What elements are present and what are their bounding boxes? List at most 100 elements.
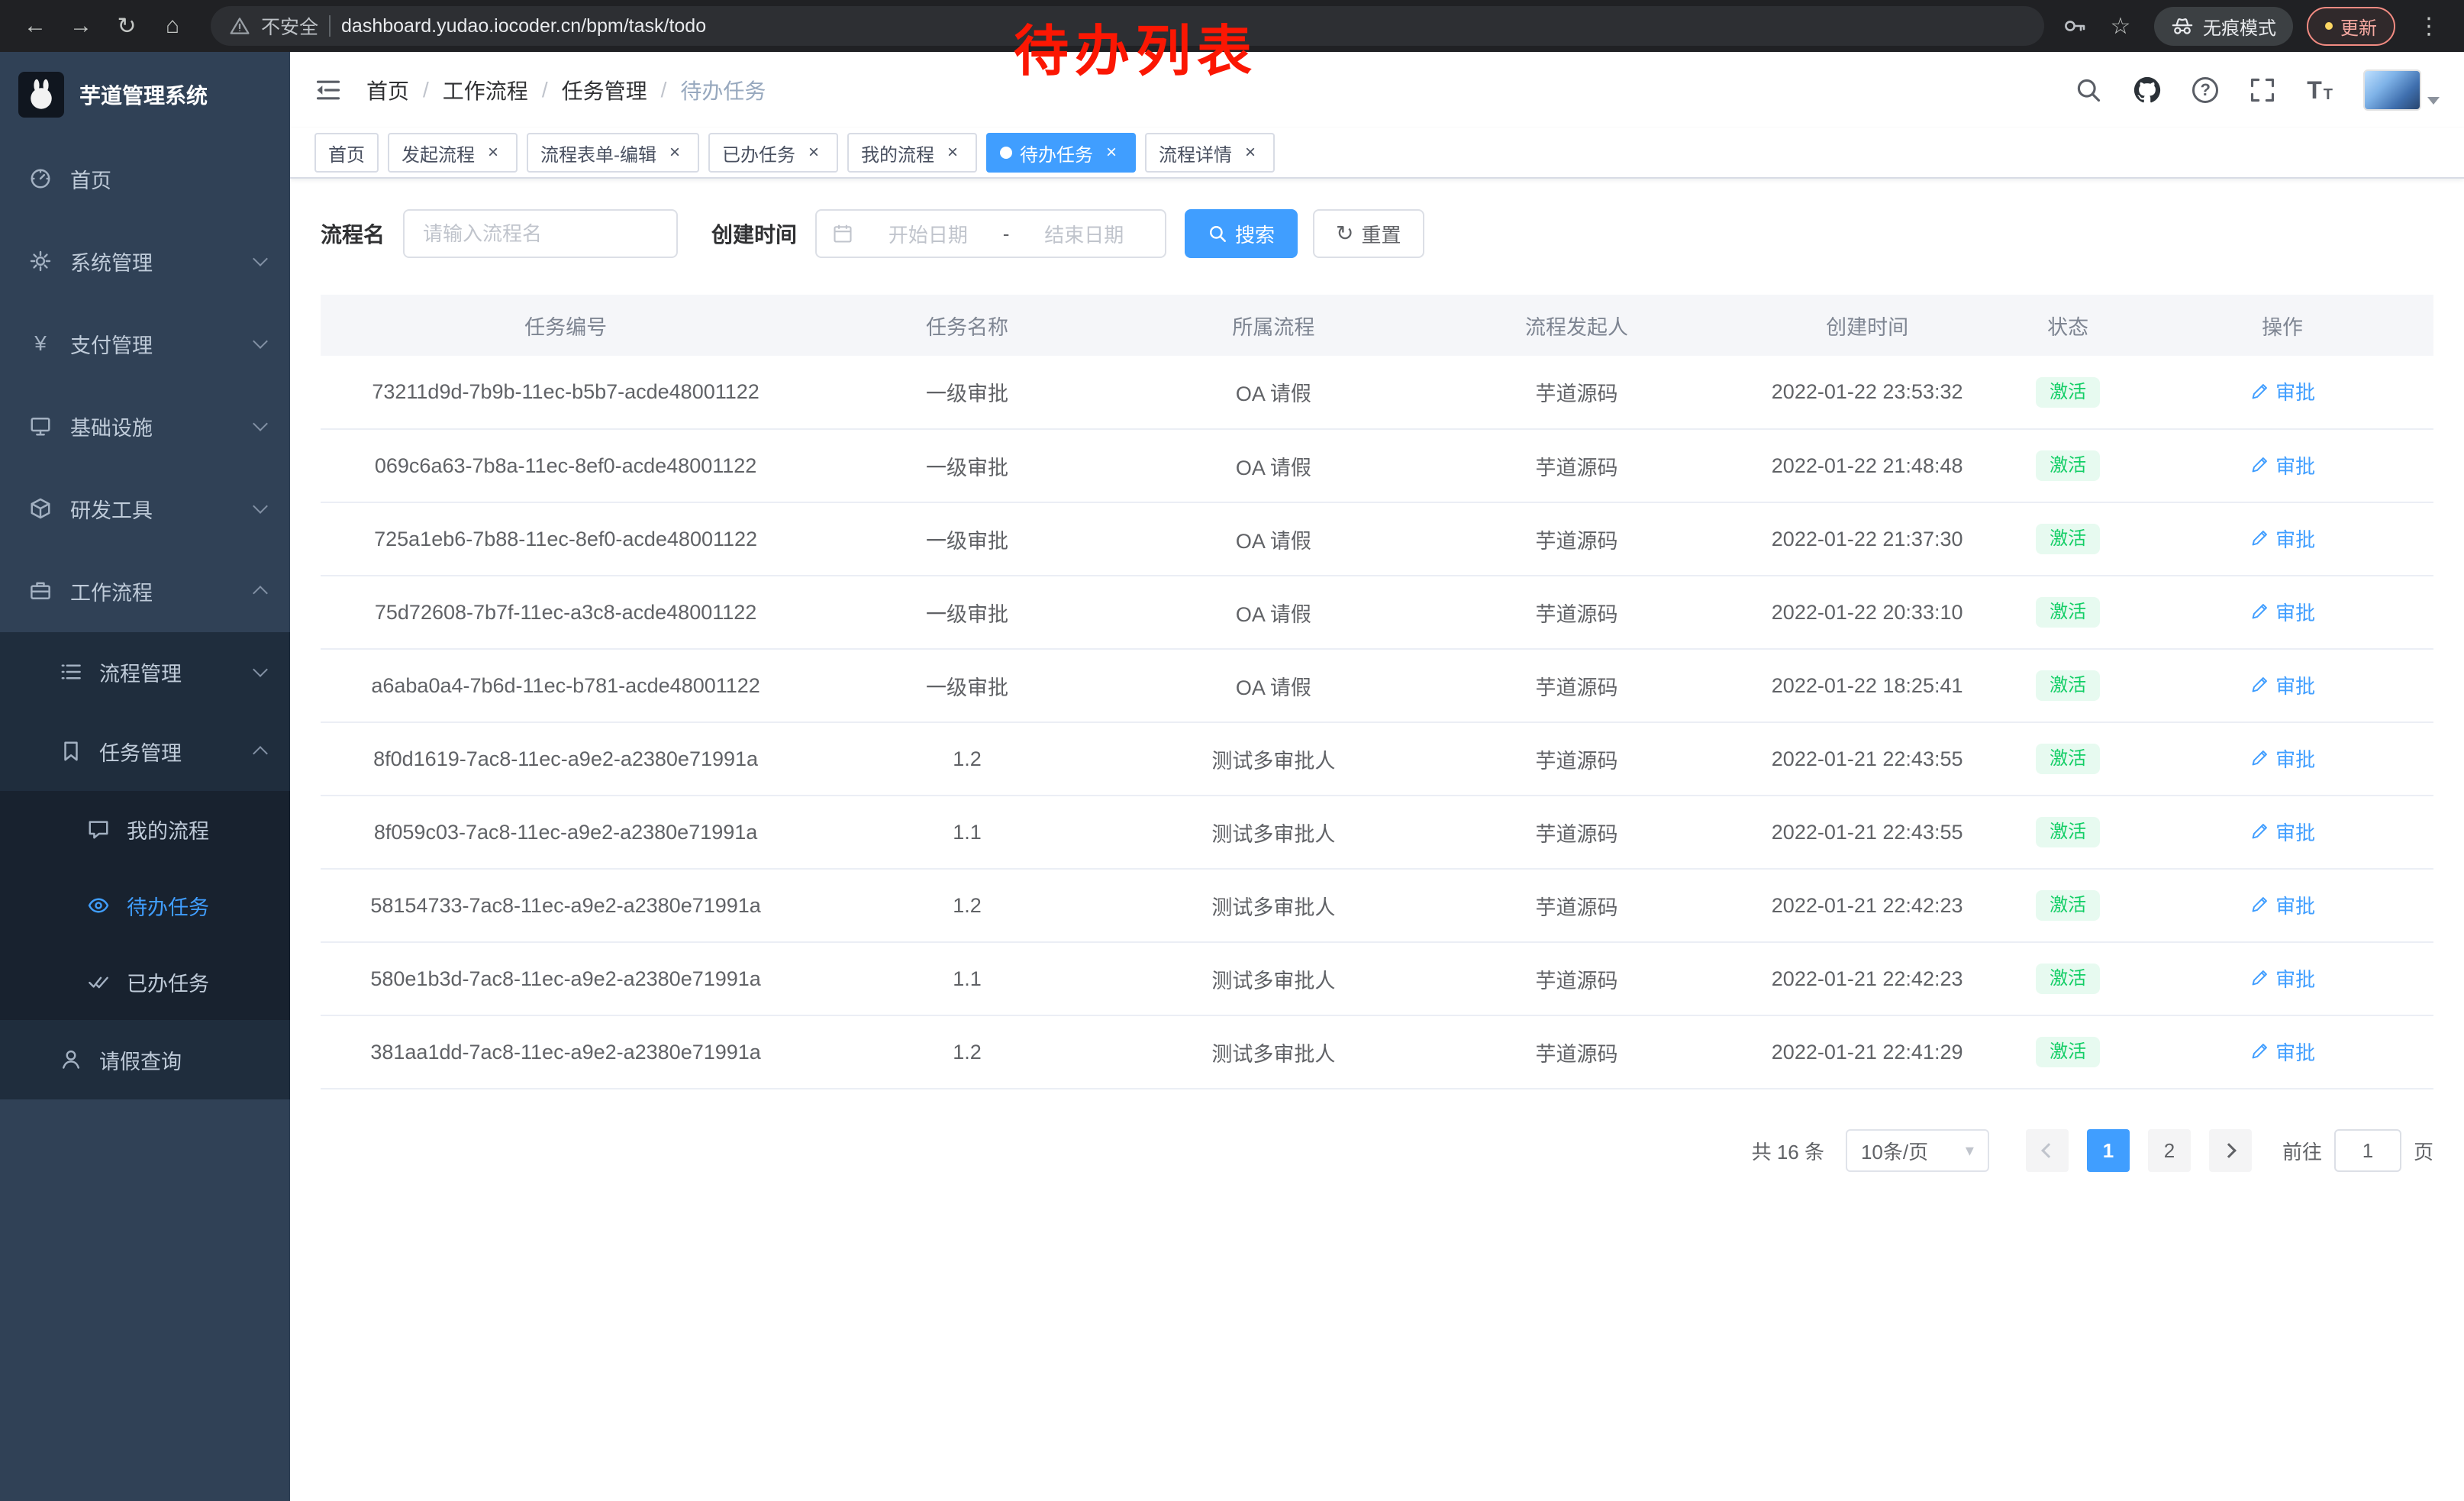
incognito-icon (2171, 15, 2194, 37)
tab-my-processes[interactable]: 我的流程 × (847, 133, 977, 173)
font-size-icon[interactable]: T T (2307, 78, 2333, 102)
page-button-1[interactable]: 1 (2087, 1129, 2130, 1172)
approve-link[interactable]: 审批 (2250, 377, 2315, 405)
fullscreen-icon[interactable] (2249, 76, 2276, 104)
status-badge: 激活 (2036, 670, 2100, 701)
tab-start-process[interactable]: 发起流程 × (388, 133, 518, 173)
tab-home[interactable]: 首页 (314, 133, 379, 173)
cell-action: 审批 (2131, 796, 2433, 869)
forward-icon[interactable]: → (61, 6, 101, 46)
tab-done-tasks[interactable]: 已办任务 × (708, 133, 838, 173)
help-icon[interactable]: ? (2192, 77, 2218, 103)
cell-action: 审批 (2131, 576, 2433, 649)
page-size-value: 10条/页 (1861, 1137, 1928, 1165)
edit-icon (2250, 1041, 2269, 1061)
close-icon[interactable]: × (942, 142, 963, 163)
eye-icon (85, 894, 111, 917)
pagination: 共 16 条 10条/页 ▾ 1 2 前往 页 (321, 1129, 2433, 1172)
cell-status: 激活 (2004, 942, 2131, 1015)
reset-button[interactable]: ↻ 重置 (1313, 209, 1424, 258)
cell-initiator: 芋道源码 (1424, 576, 1730, 649)
chevron-right-icon (2221, 1143, 2237, 1158)
prev-page-button[interactable] (2026, 1129, 2069, 1172)
search-icon[interactable] (2075, 76, 2102, 104)
cell-created: 2022-01-21 22:43:55 (1730, 722, 2004, 796)
sidebar-item-label: 首页 (70, 164, 266, 194)
breadcrumb-task-management[interactable]: 任务管理 (562, 75, 647, 105)
address-bar[interactable]: 不安全 dashboard.yudao.iocoder.cn/bpm/task/… (211, 6, 2044, 46)
tags-view: 首页 发起流程 × 流程表单-编辑 × 已办任务 × 我的流程 × 待办任务 × (290, 128, 2464, 179)
sidebar-item-devtools[interactable]: 研发工具 (0, 467, 290, 550)
status-badge: 激活 (2036, 377, 2100, 408)
close-icon[interactable]: × (482, 142, 504, 163)
approve-link[interactable]: 审批 (2250, 451, 2315, 479)
breadcrumb-workflow[interactable]: 工作流程 (443, 75, 528, 105)
next-page-button[interactable] (2209, 1129, 2252, 1172)
sidebar-item-todo-tasks[interactable]: 待办任务 (0, 867, 290, 944)
cell-created: 2022-01-21 22:42:23 (1730, 942, 2004, 1015)
tab-process-detail[interactable]: 流程详情 × (1145, 133, 1275, 173)
goto-page-input[interactable] (2334, 1129, 2401, 1172)
approve-link[interactable]: 审批 (2250, 891, 2315, 919)
sidebar-item-label: 请假查询 (99, 1045, 266, 1075)
page-unit-label: 页 (2414, 1137, 2433, 1165)
tab-process-form-edit[interactable]: 流程表单-编辑 × (527, 133, 699, 173)
breadcrumb-separator: / (423, 78, 429, 102)
approve-link[interactable]: 审批 (2250, 744, 2315, 773)
sidebar-item-system[interactable]: 系统管理 (0, 220, 290, 302)
breadcrumb-home[interactable]: 首页 (366, 75, 409, 105)
approve-link[interactable]: 审批 (2250, 1038, 2315, 1066)
sidebar-item-workflow[interactable]: 工作流程 (0, 550, 290, 632)
close-icon[interactable]: × (803, 142, 824, 163)
sidebar-item-home[interactable]: 首页 (0, 137, 290, 220)
close-icon[interactable]: × (664, 142, 685, 163)
sidebar-item-my-processes[interactable]: 我的流程 (0, 791, 290, 867)
page-size-select[interactable]: 10条/页 ▾ (1846, 1129, 1989, 1172)
back-icon[interactable]: ← (15, 6, 55, 46)
process-name-input[interactable] (403, 209, 678, 258)
yen-icon: ¥ (27, 331, 53, 356)
approve-link[interactable]: 审批 (2250, 671, 2315, 699)
reload-icon[interactable]: ↻ (107, 6, 147, 46)
page-button-2[interactable]: 2 (2148, 1129, 2191, 1172)
sidebar-item-payment[interactable]: ¥ 支付管理 (0, 302, 290, 385)
github-icon[interactable] (2133, 76, 2162, 105)
sidebar-item-label: 我的流程 (127, 815, 266, 844)
approve-link[interactable]: 审批 (2250, 964, 2315, 993)
sidebar-item-done-tasks[interactable]: 已办任务 (0, 944, 290, 1020)
date-range-picker[interactable]: 开始日期 - 结束日期 (815, 209, 1166, 258)
sidebar-item-label: 已办任务 (127, 967, 266, 997)
close-icon[interactable]: × (1101, 142, 1122, 163)
sidebar-item-infrastructure[interactable]: 基础设施 (0, 385, 290, 467)
tab-todo-tasks[interactable]: 待办任务 × (986, 133, 1136, 173)
sidebar-item-task-management[interactable]: 任务管理 (0, 712, 290, 791)
cell-status: 激活 (2004, 722, 2131, 796)
chevron-up-icon (253, 746, 268, 761)
user-menu[interactable] (2363, 69, 2440, 111)
briefcase-icon (27, 579, 53, 602)
status-badge: 激活 (2036, 450, 2100, 481)
close-icon[interactable]: × (1240, 142, 1261, 163)
app-logo-row[interactable]: 芋道管理系统 (0, 52, 290, 137)
person-icon (58, 1048, 84, 1071)
col-initiator: 流程发起人 (1424, 295, 1730, 356)
cell-task-id: 725a1eb6-7b88-11ec-8ef0-acde48001122 (321, 502, 811, 576)
approve-link[interactable]: 审批 (2250, 525, 2315, 553)
search-button[interactable]: 搜索 (1185, 209, 1298, 258)
col-task-name: 任务名称 (811, 295, 1124, 356)
bookmark-star-icon[interactable]: ☆ (2101, 6, 2140, 46)
cell-task-name: 一级审批 (811, 429, 1124, 502)
cell-initiator: 芋道源码 (1424, 1015, 1730, 1089)
key-icon[interactable] (2062, 14, 2087, 38)
create-time-label: 创建时间 (711, 218, 797, 249)
sidebar-item-process-management[interactable]: 流程管理 (0, 632, 290, 712)
update-button[interactable]: 更新 (2307, 7, 2395, 46)
sidebar-collapse-icon[interactable] (314, 76, 342, 104)
approve-link[interactable]: 审批 (2250, 818, 2315, 846)
home-icon[interactable]: ⌂ (153, 6, 192, 46)
browser-menu-icon[interactable]: ⋮ (2409, 6, 2449, 46)
col-created: 创建时间 (1730, 295, 2004, 356)
sidebar-item-leave-query[interactable]: 请假查询 (0, 1020, 290, 1099)
sidebar-item-label: 任务管理 (99, 737, 240, 767)
approve-link[interactable]: 审批 (2250, 598, 2315, 626)
